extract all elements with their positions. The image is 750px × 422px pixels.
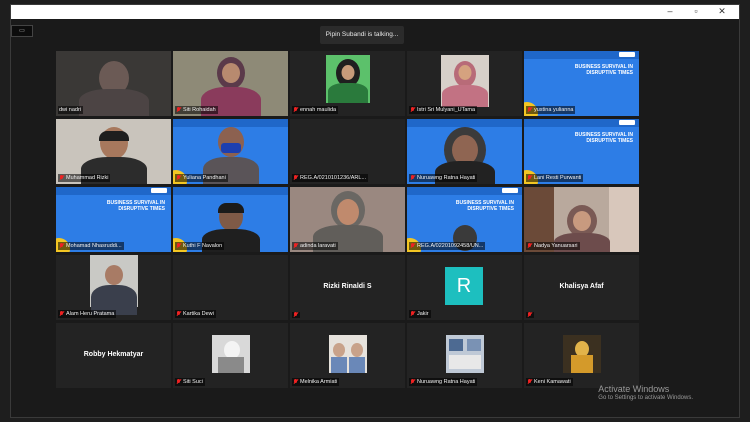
muted-mic-icon bbox=[176, 311, 181, 317]
muted-mic-icon bbox=[176, 107, 181, 113]
participant-tile[interactable]: Rizki Rinaldi S bbox=[290, 255, 405, 320]
participant-label: Alam Heru Pratama bbox=[58, 310, 117, 318]
participant-label: REG.A/02201092458/UN... bbox=[409, 242, 486, 250]
participant-label: Melnika Armiati bbox=[292, 378, 340, 386]
muted-mic-icon bbox=[176, 379, 181, 385]
participant-tile[interactable]: Yuliana Pandhani bbox=[173, 119, 288, 184]
participant-label: Siti Suci bbox=[175, 378, 205, 386]
participant-tile[interactable]: BUSINESS SURVIVAL IN DISRUPTIVE TIMES La… bbox=[524, 119, 639, 184]
participant-label: ennah maulida bbox=[292, 106, 339, 114]
participant-label: dwi nadri bbox=[58, 106, 84, 114]
banner-title: BUSINESS SURVIVAL IN DISRUPTIVE TIMES bbox=[106, 200, 165, 212]
watermark-title: Activate Windows bbox=[598, 384, 670, 394]
participant-grid: dwi nadri Siti Rohaidah ennah maulida Is… bbox=[56, 51, 639, 388]
participant-tile[interactable]: Muhammad Rizki bbox=[56, 119, 171, 184]
participant-label: Jakir bbox=[409, 310, 431, 318]
participant-label: Siti Rohaidah bbox=[175, 106, 218, 114]
profile-picture bbox=[562, 335, 601, 373]
muted-mic-icon bbox=[59, 175, 64, 181]
profile-picture bbox=[328, 335, 367, 373]
participant-tile[interactable]: Nadya Yanuarsari bbox=[524, 187, 639, 252]
participant-label: Kartika Dewi bbox=[175, 310, 216, 318]
muted-mic-icon bbox=[410, 243, 415, 249]
muted-mic-icon bbox=[527, 379, 532, 385]
participant-tile[interactable]: Siti Rohaidah bbox=[173, 51, 288, 116]
participant-tile[interactable]: dwi nadri bbox=[56, 51, 171, 116]
banner-title: BUSINESS SURVIVAL IN DISRUPTIVE TIMES bbox=[455, 200, 514, 212]
muted-mic-icon bbox=[176, 175, 181, 181]
watermark-subtitle: Go to Settings to activate Windows. bbox=[598, 395, 693, 401]
participant-tile[interactable]: BUSINESS SURVIVAL IN DISRUPTIVE TIMES Mo… bbox=[56, 187, 171, 252]
participant-label: Yuliana Pandhani bbox=[175, 174, 228, 182]
muted-mic-icon bbox=[59, 243, 64, 249]
participant-label: Mohamad Nhasruddi... bbox=[58, 242, 124, 250]
participant-tile[interactable]: Khalisya Afaf bbox=[524, 255, 639, 320]
participant-tile[interactable]: BUSINESS SURVIVAL IN DISRUPTIVE TIMES yu… bbox=[524, 51, 639, 116]
participant-label: Kuthi F Navalon bbox=[175, 242, 225, 250]
logo-icon bbox=[502, 188, 518, 193]
logo-icon bbox=[619, 120, 635, 125]
muted-mic-icon bbox=[293, 379, 298, 385]
muted-mic-icon bbox=[293, 243, 298, 249]
participant-name-center: Robby Hekmatyar bbox=[83, 351, 144, 358]
muted-mic-icon bbox=[527, 175, 532, 181]
participant-tile[interactable]: Alam Heru Pratama bbox=[56, 255, 171, 320]
participant-label: Nuruawng Ratna Hayati bbox=[409, 174, 478, 182]
active-speaker-banner: Pipin Subandi is talking... bbox=[320, 26, 404, 44]
participant-label: Nuruawng Ratna Hayati bbox=[409, 378, 478, 386]
participant-tile[interactable]: R Jakir bbox=[407, 255, 522, 320]
participant-label: Nadya Yanuarsari bbox=[526, 242, 580, 250]
participant-label: Muhammad Rizki bbox=[58, 174, 111, 182]
participant-tile[interactable]: Nuruawng Ratna Hayati bbox=[407, 323, 522, 388]
participant-name-center: Khalisya Afaf bbox=[559, 283, 604, 290]
participant-label: REG.A/0210101236/ARL... bbox=[292, 174, 369, 182]
view-toggle-icon[interactable]: ▭ bbox=[11, 25, 33, 37]
participant-tile[interactable]: Nuruawng Ratna Hayati bbox=[407, 119, 522, 184]
participant-tile[interactable]: ennah maulida bbox=[290, 51, 405, 116]
minimize-icon[interactable]: – bbox=[663, 6, 677, 16]
participant-label: Keni Kamawati bbox=[526, 378, 573, 386]
muted-mic-icon bbox=[59, 311, 64, 317]
muted-mic-icon bbox=[293, 312, 298, 318]
banner-title: BUSINESS SURVIVAL IN DISRUPTIVE TIMES bbox=[574, 64, 633, 76]
profile-picture bbox=[211, 335, 250, 373]
participant-tile[interactable]: Keni Kamawati bbox=[524, 323, 639, 388]
muted-mic-icon bbox=[527, 243, 532, 249]
participant-tile[interactable]: Siti Suci bbox=[173, 323, 288, 388]
participant-label bbox=[292, 312, 300, 318]
muted-mic-icon bbox=[410, 379, 415, 385]
close-icon[interactable]: ✕ bbox=[715, 6, 729, 17]
muted-mic-icon bbox=[176, 243, 181, 249]
participant-tile[interactable]: Kartika Dewi bbox=[173, 255, 288, 320]
muted-mic-icon bbox=[410, 175, 415, 181]
logo-icon bbox=[619, 52, 635, 57]
meeting-window: – ▫ ✕ ▭ Pipin Subandi is talking... dwi … bbox=[10, 4, 740, 418]
participant-tile[interactable]: Istri Sri Mulyani_UTama bbox=[407, 51, 522, 116]
participant-tile[interactable]: Kuthi F Navalon bbox=[173, 187, 288, 252]
participant-name-center: Rizki Rinaldi S bbox=[323, 283, 372, 290]
activate-windows-watermark: Activate Windows Go to Settings to activ… bbox=[598, 384, 693, 401]
maximize-icon[interactable]: ▫ bbox=[689, 6, 703, 16]
profile-picture bbox=[445, 335, 484, 373]
muted-mic-icon bbox=[293, 107, 298, 113]
participant-tile[interactable]: BUSINESS SURVIVAL IN DISRUPTIVE TIMES RE… bbox=[407, 187, 522, 252]
participant-tile[interactable]: Melnika Armiati bbox=[290, 323, 405, 388]
title-bar: – ▫ ✕ bbox=[11, 5, 739, 19]
participant-label: Lani Resti Purwanti bbox=[526, 174, 584, 182]
muted-mic-icon bbox=[410, 107, 415, 113]
banner-title: BUSINESS SURVIVAL IN DISRUPTIVE TIMES bbox=[574, 132, 633, 144]
logo-icon bbox=[151, 188, 167, 193]
muted-mic-icon bbox=[410, 311, 415, 317]
muted-mic-icon bbox=[527, 312, 532, 318]
participant-label: Istri Sri Mulyani_UTama bbox=[409, 106, 478, 114]
muted-mic-icon bbox=[293, 175, 298, 181]
participant-label: yustina yulianna bbox=[526, 106, 576, 114]
participant-label bbox=[526, 312, 534, 318]
participant-tile[interactable]: Robby Hekmatyar bbox=[56, 323, 171, 388]
avatar: R bbox=[445, 267, 483, 305]
participant-tile[interactable]: adinda laravati bbox=[290, 187, 405, 252]
participant-label: adinda laravati bbox=[292, 242, 338, 250]
muted-mic-icon bbox=[527, 107, 532, 113]
participant-tile[interactable]: REG.A/0210101236/ARL... bbox=[290, 119, 405, 184]
